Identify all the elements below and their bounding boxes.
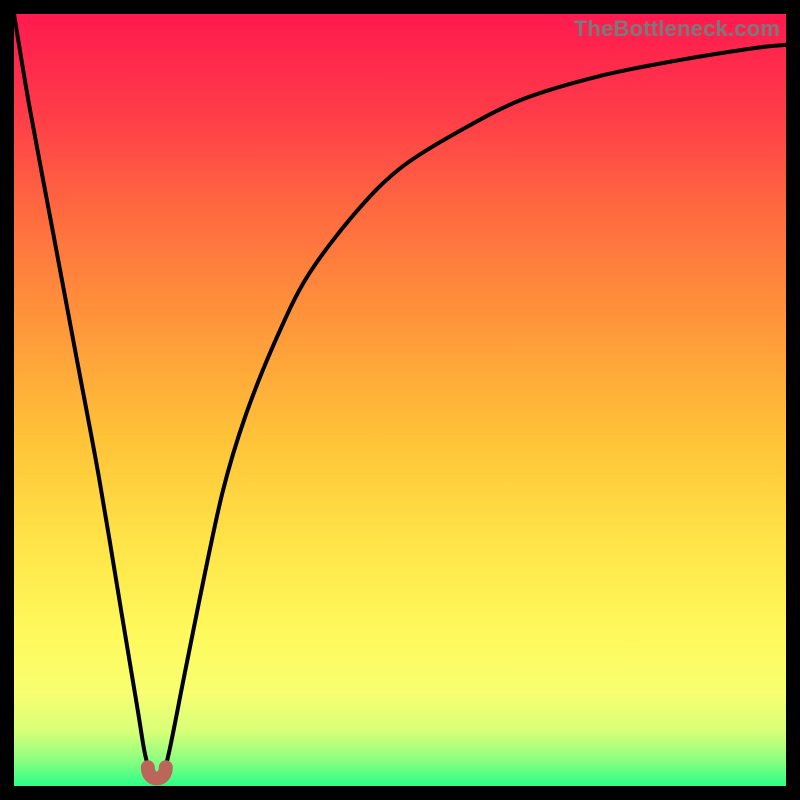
watermark-text: TheBottleneck.com [574,16,780,42]
curve-overlay [14,14,786,786]
bottleneck-curve [14,14,786,781]
optimal-point-marker [148,767,166,778]
plot-area: TheBottleneck.com [14,14,786,786]
chart-frame: TheBottleneck.com [0,0,800,800]
